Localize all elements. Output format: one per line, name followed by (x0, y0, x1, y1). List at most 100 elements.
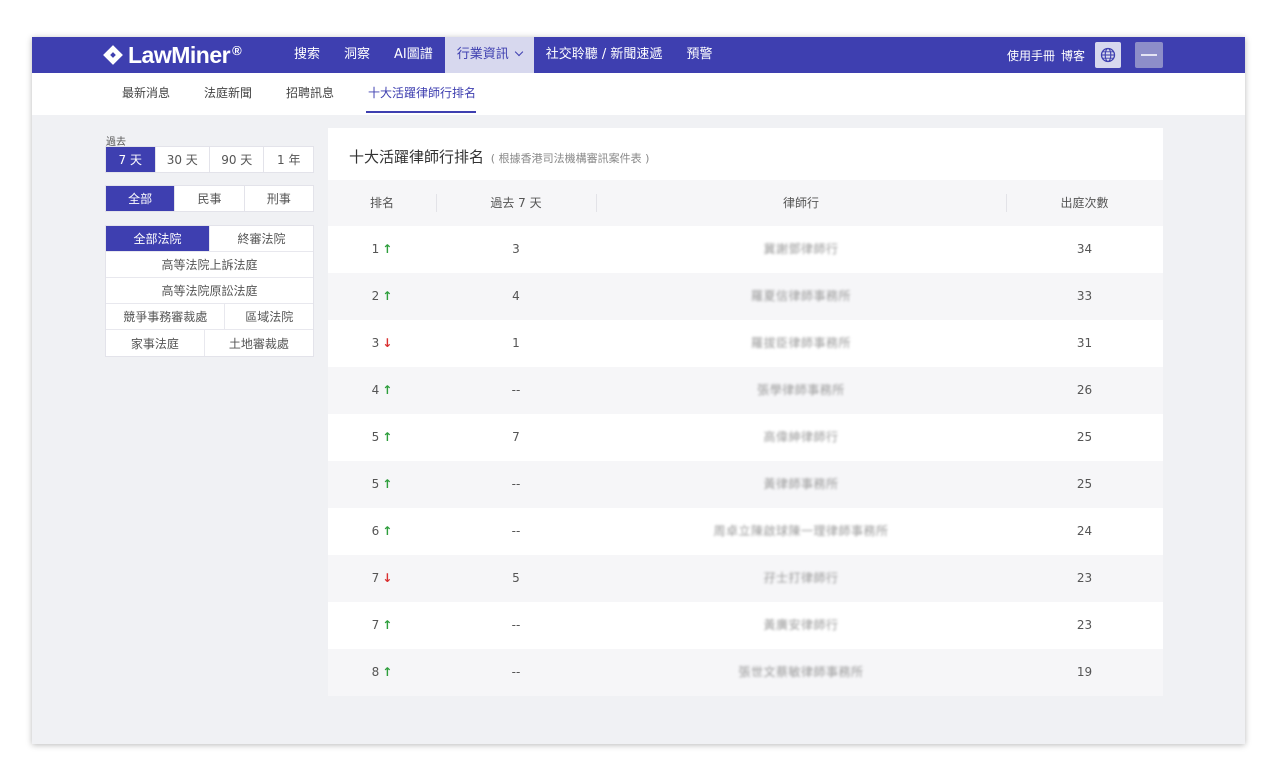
court-family[interactable]: 家事法庭 (106, 330, 205, 356)
trend-up-icon: ↑ (382, 242, 393, 256)
table-row[interactable]: 2 ↑ 4 羅夏信律師事務所 33 (328, 273, 1163, 320)
past-7-days-cell: -- (511, 383, 521, 397)
subnav-latest-news[interactable]: 最新消息 (122, 73, 170, 113)
logo[interactable]: LawMiner ® (103, 41, 242, 69)
subnav-recruitment[interactable]: 招聘訊息 (286, 73, 334, 113)
period-1-year[interactable]: 1 年 (264, 147, 313, 172)
user-manual-link[interactable]: 使用手冊 (1007, 47, 1055, 64)
appearance-count-cell: 19 (1076, 665, 1093, 679)
court-high-first-instance[interactable]: 高等法院原訟法庭 (106, 278, 313, 303)
subnav-court-news[interactable]: 法庭新聞 (204, 73, 252, 113)
language-button[interactable] (1095, 42, 1121, 68)
rank-cell: 7 ↑ (328, 602, 436, 649)
past-7-days-cell: -- (511, 665, 521, 679)
appearance-count-cell: 34 (1076, 242, 1093, 256)
court-high-appeal[interactable]: 高等法院上訴法庭 (106, 252, 313, 277)
logo-text: LawMiner (128, 41, 231, 68)
firm-name-cell[interactable]: 羅夏信律師事務所 (596, 273, 1006, 320)
firm-name-cell[interactable]: 冀謝鄧律師行 (596, 226, 1006, 273)
active-tab-underline (366, 111, 476, 113)
past-7-days-cell: 1 (512, 336, 520, 350)
top-nav: LawMiner ® 搜索 洞察 AI圖譜 行業資訊 社交聆聽 / 新聞速遞 預… (32, 37, 1245, 73)
court-row: 全部法院 終審法院 (106, 226, 313, 252)
nav-alerts[interactable]: 預警 (674, 37, 724, 73)
case-type-criminal[interactable]: 刑事 (245, 186, 313, 211)
chevron-down-icon (514, 47, 524, 57)
nav-industry-news[interactable]: 行業資訊 (444, 37, 534, 73)
court-final-appeal[interactable]: 終審法院 (210, 226, 313, 251)
court-row: 高等法院原訟法庭 (106, 278, 313, 304)
rank-number: 7 (371, 618, 380, 632)
blog-link[interactable]: 博客 (1061, 47, 1085, 64)
trend-down-icon: ↓ (382, 336, 393, 350)
registered-mark: ® (232, 42, 242, 58)
globe-icon (1100, 47, 1116, 63)
rank-cell: 1 ↑ (328, 226, 436, 273)
nav-industry-news-label: 行業資訊 (456, 47, 509, 62)
court-lands-tribunal[interactable]: 土地審裁處 (205, 330, 313, 356)
table-row[interactable]: 5 ↑ 7 高偉紳律師行 25 (328, 414, 1163, 461)
nav-social-listening[interactable]: 社交聆聽 / 新聞速遞 (534, 37, 675, 73)
firm-name-cell[interactable]: 孖士打律師行 (596, 555, 1006, 602)
firm-name-cell[interactable]: 張學律師事務所 (596, 367, 1006, 414)
period-90-days[interactable]: 90 天 (210, 147, 265, 172)
firm-name-cell[interactable]: 張世文蔡敏律師事務所 (596, 649, 1006, 696)
table-row[interactable]: 1 ↑ 3 冀謝鄧律師行 34 (328, 226, 1163, 273)
firm-name-cell[interactable]: 羅拔臣律師事務所 (596, 320, 1006, 367)
past-7-days-cell: 5 (512, 571, 520, 585)
rank-number: 5 (371, 430, 380, 444)
past-7-days-cell: -- (511, 524, 521, 538)
header-past-7-days: 過去 7 天 (490, 196, 542, 210)
case-type-civil[interactable]: 民事 (175, 186, 245, 211)
past-7-days-cell: -- (511, 618, 521, 632)
period-30-days[interactable]: 30 天 (156, 147, 210, 172)
case-type-all[interactable]: 全部 (106, 186, 176, 211)
table-row[interactable]: 3 ↓ 1 羅拔臣律師事務所 31 (328, 320, 1163, 367)
trend-up-icon: ↑ (382, 289, 393, 303)
rank-number: 3 (371, 336, 380, 350)
period-7-days[interactable]: 7 天 (106, 147, 156, 172)
user-avatar-button[interactable] (1135, 42, 1163, 68)
ranking-subtitle: ( 根據香港司法機構審訊案件表 ) (490, 152, 650, 165)
appearance-count-cell: 25 (1076, 477, 1093, 491)
app-window: LawMiner ® 搜索 洞察 AI圖譜 行業資訊 社交聆聽 / 新聞速遞 預… (32, 37, 1245, 744)
appearance-count-cell: 25 (1076, 430, 1093, 444)
table-row[interactable]: 4 ↑ -- 張學律師事務所 26 (328, 367, 1163, 414)
court-all[interactable]: 全部法院 (106, 226, 210, 251)
past-7-days-cell: 4 (512, 289, 520, 303)
table-row[interactable]: 7 ↑ -- 黃廣安律師行 23 (328, 602, 1163, 649)
firm-name-cell[interactable]: 黃廣安律師行 (596, 602, 1006, 649)
case-type-selector: 全部 民事 刑事 (105, 185, 314, 212)
main-menu: 搜索 洞察 AI圖譜 行業資訊 社交聆聽 / 新聞速遞 預警 (282, 37, 724, 73)
court-competition-tribunal[interactable]: 競爭事務審裁處 (106, 304, 226, 329)
table-row[interactable]: 7 ↓ 5 孖士打律師行 23 (328, 555, 1163, 602)
nav-ai-graph[interactable]: AI圖譜 (382, 37, 445, 73)
nav-right: 使用手冊 博客 (1007, 37, 1163, 73)
firm-name-cell[interactable]: 黃律師事務所 (596, 461, 1006, 508)
trend-up-icon: ↑ (382, 665, 393, 679)
header-appearances: 出庭次數 (1060, 196, 1109, 210)
period-selector: 7 天 30 天 90 天 1 年 (105, 146, 314, 173)
appearance-count-cell: 24 (1076, 524, 1093, 538)
avatar-redacted-mark (1141, 54, 1157, 56)
rank-number: 7 (371, 571, 380, 585)
rank-number: 5 (371, 477, 380, 491)
court-district[interactable]: 區域法院 (225, 304, 313, 329)
nav-insight[interactable]: 洞察 (332, 37, 382, 73)
table-row[interactable]: 8 ↑ -- 張世文蔡敏律師事務所 19 (328, 649, 1163, 696)
trend-up-icon: ↑ (382, 383, 393, 397)
rank-cell: 6 ↑ (328, 508, 436, 555)
table-row[interactable]: 5 ↑ -- 黃律師事務所 25 (328, 461, 1163, 508)
firm-name-cell[interactable]: 高偉紳律師行 (596, 414, 1006, 461)
firm-name-cell[interactable]: 周卓立陳啟球陳一理律師事務所 (596, 508, 1006, 555)
subnav-top-ten-firms[interactable]: 十大活躍律師行排名 (368, 73, 476, 113)
rank-cell: 5 ↑ (328, 461, 436, 508)
sub-nav: 最新消息 法庭新聞 招聘訊息 十大活躍律師行排名 (32, 73, 1245, 115)
rank-cell: 8 ↑ (328, 649, 436, 696)
rank-cell: 7 ↓ (328, 555, 436, 602)
rank-cell: 3 ↓ (328, 320, 436, 367)
ranking-title-text: 十大活躍律師行排名 (349, 148, 485, 166)
table-row[interactable]: 6 ↑ -- 周卓立陳啟球陳一理律師事務所 24 (328, 508, 1163, 555)
nav-search[interactable]: 搜索 (282, 37, 332, 73)
rank-number: 8 (371, 665, 380, 679)
